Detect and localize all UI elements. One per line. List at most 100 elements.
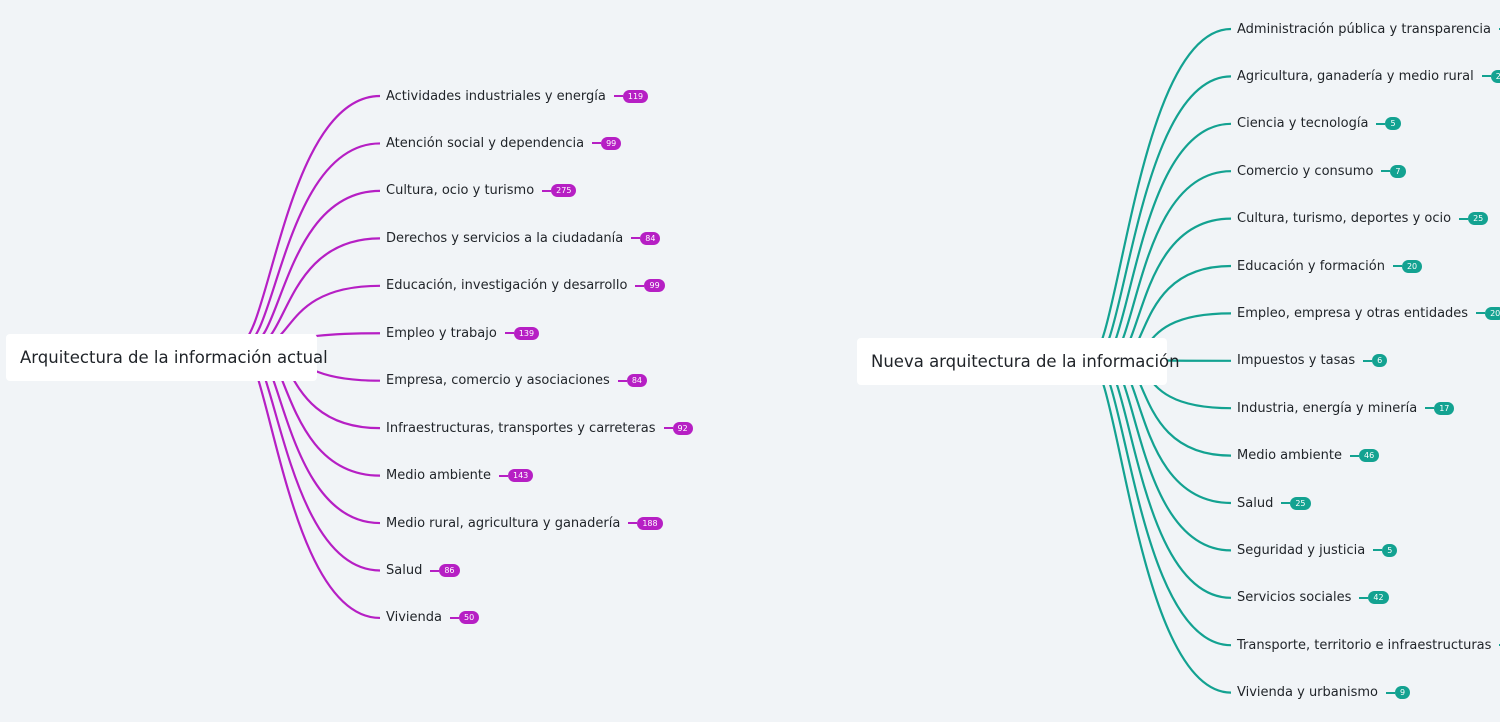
branch-item[interactable]: Impuestos y tasas 6 xyxy=(1237,350,1388,372)
count-badge: 143 xyxy=(508,469,534,483)
branch-item[interactable]: Educación y formación 20 xyxy=(1237,255,1423,277)
count-badge: 46 xyxy=(1359,449,1380,463)
count-badge: 92 xyxy=(672,421,693,435)
badge-connector xyxy=(1476,312,1486,315)
branch-item-label: Administración pública y transparencia xyxy=(1237,21,1492,37)
badge-connector xyxy=(635,284,645,287)
branch-connector xyxy=(1088,358,1232,694)
branch-item-label: Salud xyxy=(1237,495,1274,511)
badge-connector xyxy=(1359,596,1369,599)
branch-item[interactable]: Vivienda 50 xyxy=(386,607,480,629)
branch-item[interactable]: Medio rural, agricultura y ganadería 188 xyxy=(386,512,663,534)
badge-connector xyxy=(628,522,638,525)
branch-item[interactable]: Empleo, empresa y otras entidades 20 xyxy=(1237,302,1500,324)
branch-connector xyxy=(1100,358,1232,599)
branch-connector xyxy=(1088,27,1232,362)
count-badge: 17 xyxy=(1434,401,1455,415)
branch-item-label: Educación y formación xyxy=(1237,258,1385,274)
count-badge: 99 xyxy=(601,136,622,150)
count-badge: 9 xyxy=(1394,686,1411,700)
badge-connector xyxy=(613,95,623,97)
badge-connector xyxy=(1385,691,1395,694)
branch-item[interactable]: Derechos y servicios a la ciudadanía 84 xyxy=(386,227,661,249)
branch-item[interactable]: Cultura, turismo, deportes y ocio 25 xyxy=(1237,208,1489,230)
branch-item[interactable]: Educación, investigación y desarrollo 99 xyxy=(386,275,665,297)
count-badge: 99 xyxy=(644,279,665,293)
left-root-node[interactable]: Arquitectura de la información actual xyxy=(6,334,328,381)
branch-item[interactable]: Cultura, ocio y turismo 275 xyxy=(386,180,577,202)
branch-item-label: Derechos y servicios a la ciudadanía xyxy=(386,230,624,246)
branch-item[interactable]: Agricultura, ganadería y medio rural 28 xyxy=(1237,65,1500,87)
badge-connector xyxy=(542,189,552,192)
branch-item-label: Industria, energía y minería xyxy=(1237,400,1418,416)
badge-connector xyxy=(617,379,627,382)
branch-item-label: Cultura, turismo, deportes y ocio xyxy=(1237,211,1452,227)
branch-item-label: Empleo, empresa y otras entidades xyxy=(1237,305,1469,321)
badge-connector xyxy=(1392,265,1402,267)
count-badge: 5 xyxy=(1385,117,1401,131)
right-root-label: Nueva arquitectura de la información xyxy=(871,352,1180,371)
branch-item[interactable]: Infraestructuras, transportes y carreter… xyxy=(386,417,693,439)
count-badge: 188 xyxy=(637,516,663,530)
branch-item[interactable]: Empleo y trabajo 139 xyxy=(386,322,540,344)
branch-item[interactable]: Administración pública y transparencia11 xyxy=(1237,18,1500,40)
branch-item-label: Agricultura, ganadería y medio rural xyxy=(1237,68,1474,84)
branch-item-label: Atención social y dependencia xyxy=(386,135,585,151)
branch-item-label: Salud xyxy=(386,563,423,578)
count-badge: 86 xyxy=(439,564,460,577)
count-badge: 139 xyxy=(513,326,540,340)
branch-item[interactable]: Empresa, comercio y asociaciones 84 xyxy=(386,370,648,392)
branch-connector xyxy=(1106,170,1232,362)
branch-item[interactable]: Actividades industriales y energía 119 xyxy=(386,85,649,107)
branch-item[interactable]: Medio ambiente 143 xyxy=(386,465,534,487)
badge-connector xyxy=(631,237,641,240)
branch-item-label: Empresa, comercio y asociaciones xyxy=(386,373,610,389)
branch-item-label: Actividades industriales y energía xyxy=(386,88,606,104)
branch-item[interactable]: Transporte, territorio e infraestructura… xyxy=(1237,634,1500,656)
branch-item-label: Vivienda xyxy=(386,610,442,626)
count-badge: 5 xyxy=(1382,543,1398,557)
branch-item-label: Empleo y trabajo xyxy=(386,325,497,341)
mind-map-canvas: Arquitectura de la información actual Nu… xyxy=(0,0,1500,722)
branch-item[interactable]: Salud 86 xyxy=(386,560,460,582)
branch-connector xyxy=(1094,358,1232,647)
badge-connector xyxy=(1481,75,1491,78)
branch-connector xyxy=(1094,75,1232,362)
branch-item[interactable]: Medio ambiente 46 xyxy=(1237,445,1380,467)
count-badge: 50 xyxy=(458,611,480,625)
badge-connector xyxy=(499,474,508,477)
branch-connector xyxy=(1100,122,1232,362)
branch-item[interactable]: Vivienda y urbanismo 9 xyxy=(1237,682,1411,704)
branch-item[interactable]: Industria, energía y minería 17 xyxy=(1237,397,1455,419)
branch-item-label: Infraestructuras, transportes y carreter… xyxy=(386,420,656,436)
count-badge: 275 xyxy=(551,184,577,198)
branch-item[interactable]: Salud 25 xyxy=(1237,492,1311,514)
right-root-node[interactable]: Nueva arquitectura de la información xyxy=(857,338,1180,385)
branch-item-label: Transporte, territorio e infraestructura… xyxy=(1237,637,1492,653)
branch-item-label: Medio ambiente xyxy=(386,468,491,484)
badge-connector xyxy=(663,427,673,430)
count-badge: 42 xyxy=(1368,591,1389,605)
branch-item-label: Medio ambiente xyxy=(1237,448,1342,464)
branch-item[interactable]: Atención social y dependencia 99 xyxy=(386,132,622,154)
badge-connector xyxy=(1350,454,1359,457)
branch-item-label: Educación, investigación y desarrollo xyxy=(386,278,628,294)
count-badge: 20 xyxy=(1485,306,1500,320)
branch-item-label: Impuestos y tasas xyxy=(1237,353,1356,369)
badge-connector xyxy=(592,142,602,145)
left-root-label: Arquitectura de la información actual xyxy=(20,348,328,367)
branch-item-label: Comercio y consumo xyxy=(1237,163,1374,179)
branch-item[interactable]: Seguridad y justicia 5 xyxy=(1237,539,1398,561)
count-badge: 7 xyxy=(1390,164,1406,178)
branch-connector xyxy=(238,342,381,620)
count-badge: 28 xyxy=(1490,69,1500,83)
branch-item[interactable]: Comercio y consumo 7 xyxy=(1237,160,1406,182)
branch-connector xyxy=(238,94,381,346)
count-badge: 25 xyxy=(1290,496,1311,510)
branch-item[interactable]: Servicios sociales 42 xyxy=(1237,587,1389,609)
branch-item-label: Ciencia y tecnología xyxy=(1237,116,1369,132)
branch-item[interactable]: Ciencia y tecnología 5 xyxy=(1237,113,1401,135)
badge-connector xyxy=(1281,502,1291,504)
badge-connector xyxy=(1373,549,1383,552)
badge-connector xyxy=(1376,122,1386,125)
